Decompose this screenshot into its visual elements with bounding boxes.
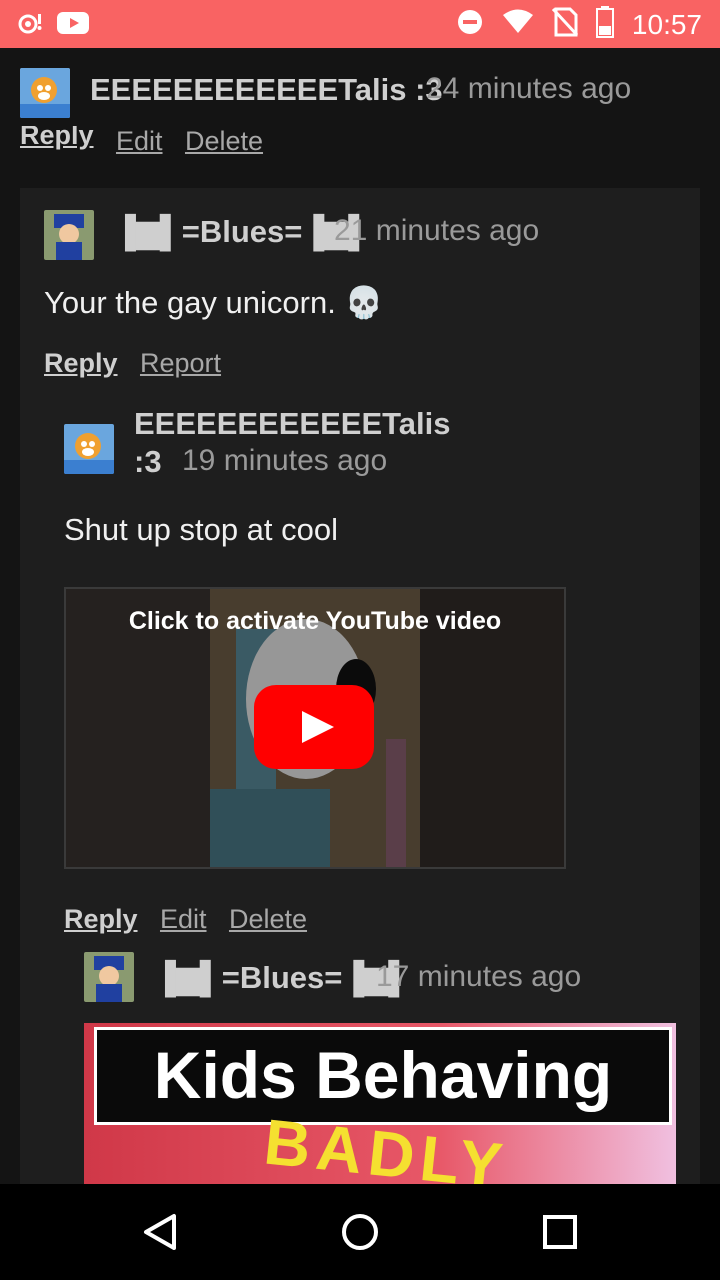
reply-button[interactable]: Reply: [64, 904, 138, 934]
avatar[interactable]: [20, 68, 70, 118]
youtube-embed[interactable]: Click to activate YouTube video: [64, 587, 566, 869]
comment-body: Your the gay unicorn. 💀: [44, 285, 384, 320]
edit-button[interactable]: Edit: [116, 126, 163, 156]
no-sim-icon: [551, 7, 579, 42]
reply-button[interactable]: Reply: [20, 126, 94, 150]
avatar[interactable]: [44, 210, 94, 260]
comments-thread[interactable]: EEEEEEEEEEEETalis :3 24 minutes ago Repl…: [0, 48, 720, 1184]
status-bar: 10:57: [0, 0, 720, 48]
avatar[interactable]: [64, 424, 114, 474]
reply-thread-card: ▐▆▌=Blues=▐▆▌ 21 minutes ago Your the ga…: [20, 188, 700, 1184]
do-not-disturb-icon: [456, 8, 484, 41]
comment-timestamp: 24 minutes ago: [426, 72, 632, 105]
embedded-thumbnail[interactable]: Kids Behaving BADLY: [84, 1023, 676, 1184]
home-icon[interactable]: [340, 1212, 380, 1257]
avatar[interactable]: [84, 952, 134, 1002]
comment-username[interactable]: ▐▆▌=Blues=▐▆▌: [114, 214, 370, 250]
battery-icon: [595, 6, 614, 43]
recents-icon[interactable]: [542, 1214, 578, 1255]
delete-button[interactable]: Delete: [185, 126, 263, 156]
thumbnail-title-line1: Kids Behaving: [153, 1038, 613, 1112]
comment-username[interactable]: EEEEEEEEEEEETalis: [134, 406, 450, 442]
play-icon: [302, 711, 334, 743]
reply-button[interactable]: Reply: [44, 348, 118, 378]
wifi-icon: [502, 9, 534, 40]
report-button[interactable]: Report: [140, 348, 221, 378]
comment-timestamp: 17 minutes ago: [376, 960, 582, 993]
system-nav-bar: [0, 1184, 720, 1280]
comment-timestamp: 19 minutes ago: [182, 444, 388, 477]
comment-body: Shut up stop at cool: [64, 512, 339, 547]
back-icon[interactable]: [140, 1212, 180, 1257]
comment-username-suffix[interactable]: :3: [134, 444, 162, 480]
thumbnail-title-box: Kids Behaving: [94, 1027, 672, 1125]
delete-button[interactable]: Delete: [229, 904, 307, 934]
notification-dot-icon: [18, 10, 46, 41]
comment-username[interactable]: ▐▆▌=Blues=▐▆▌: [154, 960, 410, 996]
status-time: 10:57: [631, 8, 702, 40]
youtube-icon: [56, 10, 90, 41]
youtube-play-button[interactable]: [254, 685, 374, 769]
edit-button[interactable]: Edit: [160, 904, 207, 934]
comment-username[interactable]: EEEEEEEEEEEETalis :3: [90, 72, 443, 108]
comment-timestamp: 21 minutes ago: [334, 214, 540, 247]
video-activate-label[interactable]: Click to activate YouTube video: [66, 607, 564, 636]
